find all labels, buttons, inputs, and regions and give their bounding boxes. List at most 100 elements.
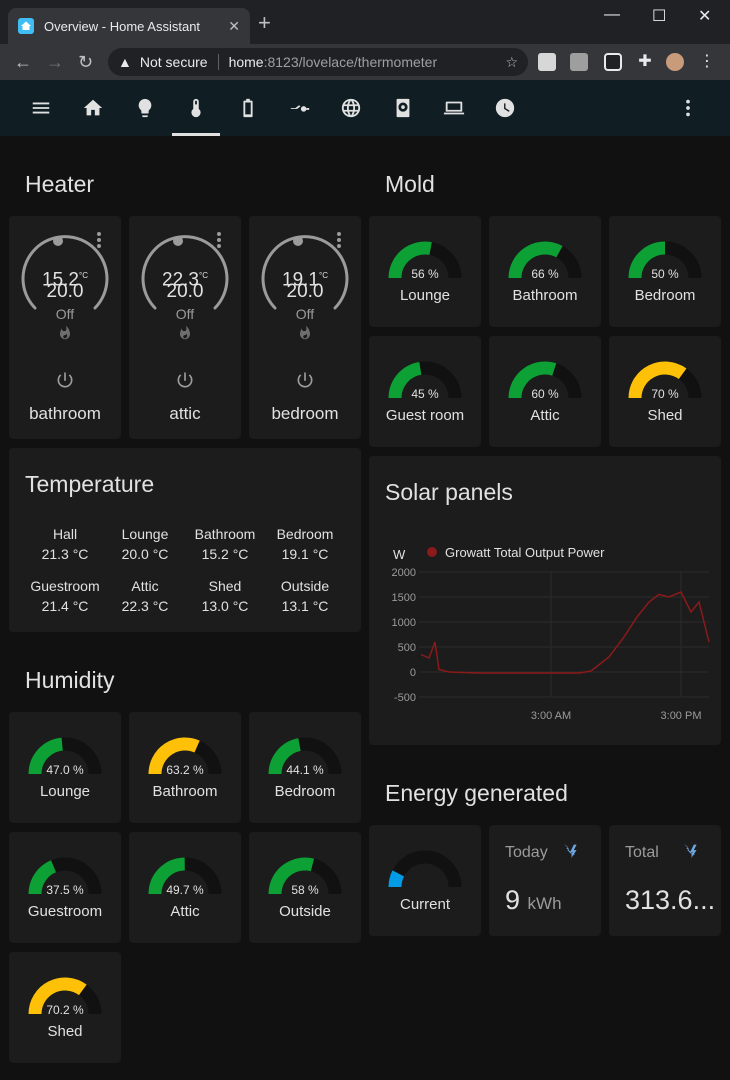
new-tab-icon[interactable]: + — [258, 12, 271, 34]
more-options-icon[interactable] — [97, 232, 101, 250]
gauge-card[interactable]: 66 % Bathroom — [489, 216, 601, 327]
thermostat-name: attic — [169, 404, 201, 423]
more-options-icon[interactable] — [217, 232, 221, 250]
temperature-entity[interactable]: Hall 21.3 °C — [23, 524, 107, 564]
lightbulb-icon[interactable] — [121, 80, 169, 136]
hvac-mode: Off — [295, 306, 315, 322]
avatar[interactable] — [666, 53, 684, 71]
globe-icon[interactable] — [327, 80, 375, 136]
gauge-card[interactable]: 58 % Outside — [249, 832, 361, 943]
x-tick-label: 3:00 PM — [661, 710, 702, 722]
target-temperature: 20.0 — [46, 281, 84, 302]
flame-icon[interactable] — [57, 324, 73, 342]
power-icon[interactable] — [55, 370, 75, 390]
target-temperature: 20.0 — [166, 281, 204, 302]
gauge-value: 45 % — [411, 387, 439, 401]
temperature-entity[interactable]: Guestroom 21.4 °C — [23, 576, 107, 616]
bookmark-star-icon[interactable]: ☆ — [505, 54, 518, 71]
temperature-entity[interactable]: Bathroom 15.2 °C — [183, 524, 267, 564]
temperature-entity[interactable]: Bedroom 19.1 °C — [263, 524, 347, 564]
legend-label: Growatt Total Output Power — [445, 545, 605, 560]
gauge-card[interactable]: 50 % Bedroom — [609, 216, 721, 327]
gauge-card[interactable]: 56 % Lounge — [369, 216, 481, 327]
gauge-label: Attic — [530, 407, 560, 424]
maximize-icon[interactable]: ☐ — [652, 6, 666, 26]
gauge-card[interactable]: 45 % Guest room — [369, 336, 481, 447]
switch-icon[interactable] — [276, 80, 324, 136]
gauge-card[interactable]: 63.2 % Bathroom — [129, 712, 241, 823]
forward-icon[interactable]: → — [46, 52, 64, 72]
puzzle-icon[interactable]: ✚ — [636, 53, 654, 71]
energy-total-value: 313.6... — [625, 885, 716, 915]
close-window-icon[interactable]: ✕ — [698, 6, 711, 26]
address-bar: ← → ↻ ▲ Not secure home:8123/lovelace/th… — [0, 44, 730, 80]
temperature-entity[interactable]: Lounge 20.0 °C — [103, 524, 187, 564]
home-icon[interactable] — [69, 80, 117, 136]
gauge-card[interactable]: 70.2 % Shed — [9, 952, 121, 1063]
thermostat-card-attic[interactable]: 22.3°C 20.0 Off attic — [129, 216, 241, 439]
clock-icon[interactable] — [481, 80, 529, 136]
browser-tab[interactable]: Overview - Home Assistant ✕ — [8, 8, 250, 44]
gauge-label: Lounge — [39, 783, 91, 800]
mold-title: Mold — [385, 171, 435, 197]
power-icon[interactable] — [175, 370, 195, 390]
tab-title: Overview - Home Assistant — [44, 18, 201, 34]
legend-marker — [427, 547, 437, 557]
flame-icon[interactable] — [297, 324, 313, 342]
energy-total-card[interactable]: Total 313.6... — [609, 825, 721, 936]
menu-icon[interactable] — [17, 80, 65, 136]
reload-icon[interactable]: ↻ — [78, 52, 93, 72]
energy-today-card[interactable]: Today 9 kWh — [489, 825, 601, 936]
gauge-card[interactable]: 44.1 % Bedroom — [249, 712, 361, 823]
temperature-entity[interactable]: Outside 13.1 °C — [263, 576, 347, 616]
heater-title: Heater — [25, 171, 95, 197]
gauge-value: 49.7 % — [166, 883, 204, 897]
thermostat-card-bedroom[interactable]: 19.1°C 20.0 Off bedroom — [249, 216, 361, 439]
humidity-title: Humidity — [25, 667, 115, 693]
gauge-label: Current — [399, 896, 451, 913]
energy-title: Energy generated — [385, 780, 568, 806]
thermometer-icon[interactable] — [172, 80, 220, 136]
gauge-value: 56 % — [411, 267, 439, 281]
y-tick-label: 1000 — [392, 617, 416, 629]
temperature-entity[interactable]: Attic 22.3 °C — [103, 576, 187, 616]
flame-icon[interactable] — [177, 324, 193, 342]
y-tick-label: -500 — [394, 692, 416, 704]
back-icon[interactable]: ← — [14, 52, 32, 72]
gauge-value: 70 % — [651, 387, 679, 401]
gauge-value: 70.2 % — [46, 1003, 84, 1017]
laptop-icon[interactable] — [430, 80, 478, 136]
gauge-label: Shed — [47, 1023, 83, 1040]
more-options-icon[interactable] — [337, 232, 341, 250]
gauge-label: Lounge — [399, 287, 451, 304]
gauge-card[interactable]: 47.0 % Lounge — [9, 712, 121, 823]
y-tick-label: 0 — [410, 667, 416, 679]
lock-extension-icon[interactable] — [604, 53, 622, 71]
tab-close-icon[interactable]: ✕ — [228, 18, 240, 35]
browser-titlebar: Overview - Home Assistant ✕ + — ☐ ✕ — [0, 0, 730, 44]
gauge-label: Bathroom — [152, 783, 218, 800]
browser-menu-icon[interactable]: ⋮ — [698, 53, 716, 71]
gauge-card[interactable]: 60 % Attic — [489, 336, 601, 447]
power-icon[interactable] — [295, 370, 315, 390]
warning-icon: ▲ — [118, 54, 132, 70]
series-line — [420, 591, 710, 674]
temperature-card: Temperature Hall 21.3 °C Lounge 20.0 °C Ba… — [9, 448, 361, 632]
energy-current-card[interactable]: Current — [369, 825, 481, 936]
nas-icon[interactable] — [379, 80, 427, 136]
thermostat-card-bathroom[interactable]: 15.2°C 20.0 Off bathroom — [9, 216, 121, 439]
solar-chart[interactable]: W Growatt Total Output Power 2000 1500 1000 5… — [369, 536, 721, 736]
gauge-value: 63.2 % — [166, 763, 204, 777]
extension-icon[interactable] — [538, 53, 556, 71]
temperature-entity[interactable]: Shed 13.0 °C — [183, 576, 267, 616]
gauge-card[interactable]: 70 % Shed — [609, 336, 721, 447]
gauge-card[interactable]: 37.5 % Guestroom — [9, 832, 121, 943]
gauge-card[interactable]: 49.7 % Attic — [129, 832, 241, 943]
extension-s-icon[interactable] — [570, 53, 588, 71]
energy-today-label: Today — [505, 844, 548, 861]
more-vert-icon[interactable] — [664, 80, 712, 136]
url-field[interactable]: ▲ Not secure home:8123/lovelace/thermome… — [108, 48, 528, 76]
target-temperature: 20.0 — [286, 281, 324, 302]
battery-icon[interactable] — [224, 80, 272, 136]
minimize-icon[interactable]: — — [604, 6, 620, 24]
